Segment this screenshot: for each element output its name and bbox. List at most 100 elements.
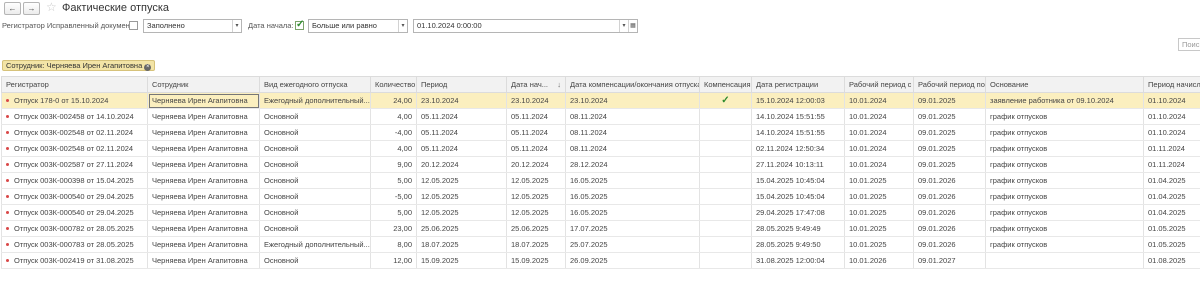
registrar-text: Отпуск 003К-000540 от 29.04.2025 <box>14 208 134 217</box>
cell-vacation-type: Основной <box>259 172 371 189</box>
cell-end-date: 08.11.2024 <box>565 140 700 157</box>
col-employee[interactable]: Сотрудник <box>147 76 260 93</box>
cell-work-period-to: 09.01.2026 <box>913 204 986 221</box>
document-marker-icon <box>6 99 9 102</box>
cell-work-period-to: 09.01.2025 <box>913 140 986 157</box>
table-row[interactable]: Отпуск 003К-000783 от 28.05.2025 Черняева… <box>1 236 1200 253</box>
cell-registrar: Отпуск 003К-002458 от 14.10.2024 <box>1 108 148 125</box>
col-registration-date[interactable]: Дата регистрации <box>751 76 845 93</box>
cell-basis <box>985 252 1144 269</box>
cell-registrar: Отпуск 003К-000783 от 28.05.2025 <box>1 236 148 253</box>
cell-period: 05.11.2024 <box>416 124 507 141</box>
start-date-condition-select[interactable]: Больше или равно ▾ <box>308 19 408 33</box>
cell-work-period-from: 10.01.2025 <box>844 188 914 205</box>
cell-accrual-period: 01.10.2024 <box>1143 92 1200 109</box>
col-vacation-type[interactable]: Вид ежегодного отпуска <box>259 76 371 93</box>
vacations-table: Регистратор Сотрудник Вид ежегодного отп… <box>1 76 1200 269</box>
cell-quantity: 8,00 <box>370 236 417 253</box>
start-date-checkbox[interactable] <box>295 19 304 30</box>
cell-end-date: 17.07.2025 <box>565 220 700 237</box>
cell-registrar: Отпуск 178-0 от 15.10.2024 <box>1 92 148 109</box>
chevron-down-icon[interactable]: ▾ <box>232 20 241 32</box>
cell-compensation <box>699 172 752 189</box>
cell-quantity: -5,00 <box>370 188 417 205</box>
cell-end-date: 16.05.2025 <box>565 188 700 205</box>
registrar-text: Отпуск 003К-000783 от 28.05.2025 <box>14 240 134 249</box>
document-marker-icon <box>6 147 9 150</box>
document-marker-icon <box>6 163 9 166</box>
cell-work-period-from: 10.01.2024 <box>844 108 914 125</box>
document-marker-icon <box>6 259 9 262</box>
cell-start-date: 20.12.2024 <box>506 156 566 173</box>
arrow-right-icon: → <box>27 4 36 13</box>
employee-filter-chip[interactable]: Сотрудник: Черняева Ирен Агапитовна × <box>2 60 156 71</box>
table-row[interactable]: Отпуск 003К-002548 от 02.11.2024 Черняева… <box>1 140 1200 157</box>
cell-basis: график отпусков <box>985 188 1144 205</box>
cell-employee: Черняева Ирен Агапитовна <box>147 156 260 173</box>
table-row[interactable]: Отпуск 003К-002548 от 02.11.2024 Черняева… <box>1 124 1200 141</box>
table-row[interactable]: Отпуск 003К-002458 от 14.10.2024 Черняева… <box>1 108 1200 125</box>
table-row[interactable]: Отпуск 003К-002587 от 27.11.2024 Черняева… <box>1 156 1200 173</box>
cell-work-period-to: 09.01.2027 <box>913 252 986 269</box>
col-compensation[interactable]: Компенсация <box>699 76 752 93</box>
col-work-period-to[interactable]: Рабочий период по <box>913 76 986 93</box>
cell-work-period-to: 09.01.2025 <box>913 92 986 109</box>
cell-vacation-type: Основной <box>259 124 371 141</box>
col-accrual-period[interactable]: Период начисл <box>1143 76 1200 93</box>
cell-period: 05.11.2024 <box>416 140 507 157</box>
cell-basis: график отпусков <box>985 108 1144 125</box>
cell-period: 05.11.2024 <box>416 108 507 125</box>
cell-accrual-period: 01.05.2025 <box>1143 220 1200 237</box>
cell-basis: график отпусков <box>985 204 1144 221</box>
cell-vacation-type: Ежегодный дополнительный... <box>259 236 371 253</box>
table-row[interactable]: Отпуск 178-0 от 15.10.2024 Черняева Ирен … <box>1 92 1200 109</box>
col-work-period-from[interactable]: Рабочий период с <box>844 76 914 93</box>
checkmark-icon: ✓ <box>721 95 730 106</box>
back-button[interactable]: ← <box>4 2 21 15</box>
col-basis[interactable]: Основание <box>985 76 1144 93</box>
favorite-star-icon[interactable]: ☆ <box>46 0 57 14</box>
cell-end-date: 26.09.2025 <box>565 252 700 269</box>
cell-compensation: ✓ <box>699 92 752 109</box>
chevron-down-icon[interactable]: ▾ <box>398 20 407 32</box>
corrected-doc-condition-select[interactable]: Заполнено ▾ <box>143 19 242 33</box>
cell-end-date: 28.12.2024 <box>565 156 700 173</box>
cell-quantity: 23,00 <box>370 220 417 237</box>
cell-registrar: Отпуск 003К-000782 от 28.05.2025 <box>1 220 148 237</box>
table-row[interactable]: Отпуск 003К-000540 от 29.04.2025 Черняева… <box>1 188 1200 205</box>
registrar-text: Отпуск 003К-002587 от 27.11.2024 <box>14 160 134 169</box>
cell-registration-date: 31.08.2025 12:00:04 <box>751 252 845 269</box>
search-input[interactable]: Поиск (Ctrl+F) <box>1178 38 1200 51</box>
cell-compensation <box>699 220 752 237</box>
cell-end-date: 08.11.2024 <box>565 108 700 125</box>
arrow-left-icon: ← <box>8 4 17 13</box>
cell-quantity: 4,00 <box>370 108 417 125</box>
registrar-text: Отпуск 003К-000782 от 28.05.2025 <box>14 224 134 233</box>
close-icon[interactable]: × <box>144 64 152 71</box>
document-marker-icon <box>6 243 9 246</box>
calendar-icon[interactable]: ▦ <box>628 20 637 32</box>
document-marker-icon <box>6 179 9 182</box>
col-registrar[interactable]: Регистратор <box>1 76 148 93</box>
col-start-date[interactable]: Дата нач... ↓ <box>506 76 566 93</box>
table-row[interactable]: Отпуск 003К-000398 от 15.04.2025 Черняева… <box>1 172 1200 189</box>
cell-registration-date: 28.05.2025 9:49:50 <box>751 236 845 253</box>
registrar-text: Отпуск 003К-002419 от 31.08.2025 <box>14 256 134 265</box>
chevron-down-icon[interactable]: ▾ <box>619 20 628 32</box>
table-row[interactable]: Отпуск 003К-000782 от 28.05.2025 Черняева… <box>1 220 1200 237</box>
table-row[interactable]: Отпуск 003К-002419 от 31.08.2025 Черняева… <box>1 252 1200 269</box>
cell-work-period-from: 10.01.2025 <box>844 236 914 253</box>
start-date-input[interactable]: 01.10.2024 0:00:00 ▾ ▦ <box>413 19 638 33</box>
table-header-row: Регистратор Сотрудник Вид ежегодного отп… <box>1 76 1200 93</box>
cell-start-date: 12.05.2025 <box>506 172 566 189</box>
col-period[interactable]: Период <box>416 76 507 93</box>
cell-accrual-period: 01.11.2024 <box>1143 156 1200 173</box>
cell-registration-date: 14.10.2024 15:51:55 <box>751 108 845 125</box>
col-quantity[interactable]: Количество <box>370 76 417 93</box>
col-end-date[interactable]: Дата компенсации/окончания отпуска <box>565 76 700 93</box>
cell-work-period-to: 09.01.2026 <box>913 172 986 189</box>
cell-end-date: 08.11.2024 <box>565 124 700 141</box>
corrected-doc-checkbox[interactable] <box>129 21 138 30</box>
table-row[interactable]: Отпуск 003К-000540 от 29.04.2025 Черняева… <box>1 204 1200 221</box>
forward-button[interactable]: → <box>23 2 40 15</box>
